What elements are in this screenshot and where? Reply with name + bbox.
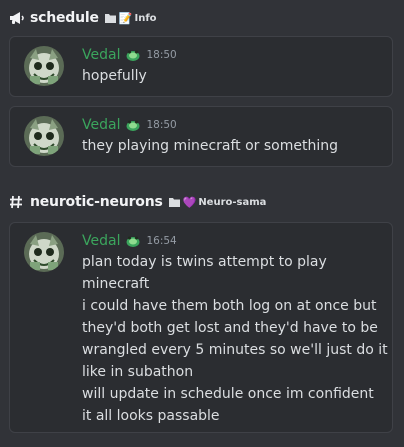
message-line: they'd both get lost and they'd have to … — [82, 320, 378, 336]
timestamp: 16:54 — [146, 235, 177, 247]
avatar[interactable] — [24, 46, 64, 86]
category-label: Neuro-sama — [198, 196, 267, 208]
message-text: they playing minecraft or something — [82, 135, 384, 157]
avatar[interactable] — [24, 232, 64, 272]
turtle-badge-icon — [125, 118, 141, 132]
author-name[interactable]: Vedal — [82, 233, 120, 249]
message-line: i could have them both log on at once bu… — [82, 298, 377, 314]
message-line: plan today is twins attempt to play — [82, 254, 327, 270]
message-text: hopefully — [82, 65, 384, 87]
message-text: plan today is twins attempt to play mine… — [82, 251, 388, 427]
channel-name: neurotic-neurons — [30, 194, 163, 210]
purple-heart-icon: 💜 — [182, 195, 197, 209]
memo-emoji-icon: 📝 — [118, 11, 133, 25]
message-line: minecraft — [82, 276, 150, 292]
message-card: Vedal 18:50 hopefully — [9, 36, 393, 97]
channel-header-schedule[interactable]: schedule 📝 Info — [9, 8, 157, 28]
turtle-badge-icon — [125, 234, 141, 248]
folder-icon — [168, 197, 180, 207]
message-card: Vedal 16:54 plan today is twins attempt … — [9, 222, 393, 433]
timestamp: 18:50 — [146, 49, 177, 61]
avatar[interactable] — [24, 116, 64, 156]
message-card: Vedal 18:50 they playing minecraft or so… — [9, 106, 393, 167]
channel-name: schedule — [30, 10, 99, 26]
channel-header-neurotic-neurons[interactable]: neurotic-neurons 💜 Neuro-sama — [9, 192, 266, 212]
megaphone-icon — [9, 10, 27, 26]
folder-icon — [104, 13, 116, 23]
message-line: they playing minecraft or something — [82, 138, 339, 154]
category-label: Info — [134, 12, 157, 24]
message-line: it all looks passable — [82, 408, 220, 424]
message-line: wrangled every 5 minutes so we'll just d… — [82, 342, 388, 358]
turtle-badge-icon — [125, 48, 141, 62]
timestamp: 18:50 — [146, 119, 177, 131]
author-name[interactable]: Vedal — [82, 47, 120, 63]
message-line: hopefully — [82, 68, 147, 84]
hash-icon — [9, 194, 27, 210]
author-name[interactable]: Vedal — [82, 117, 120, 133]
message-line: will update in schedule once im confiden… — [82, 386, 374, 402]
message-line: like in subathon — [82, 364, 194, 380]
